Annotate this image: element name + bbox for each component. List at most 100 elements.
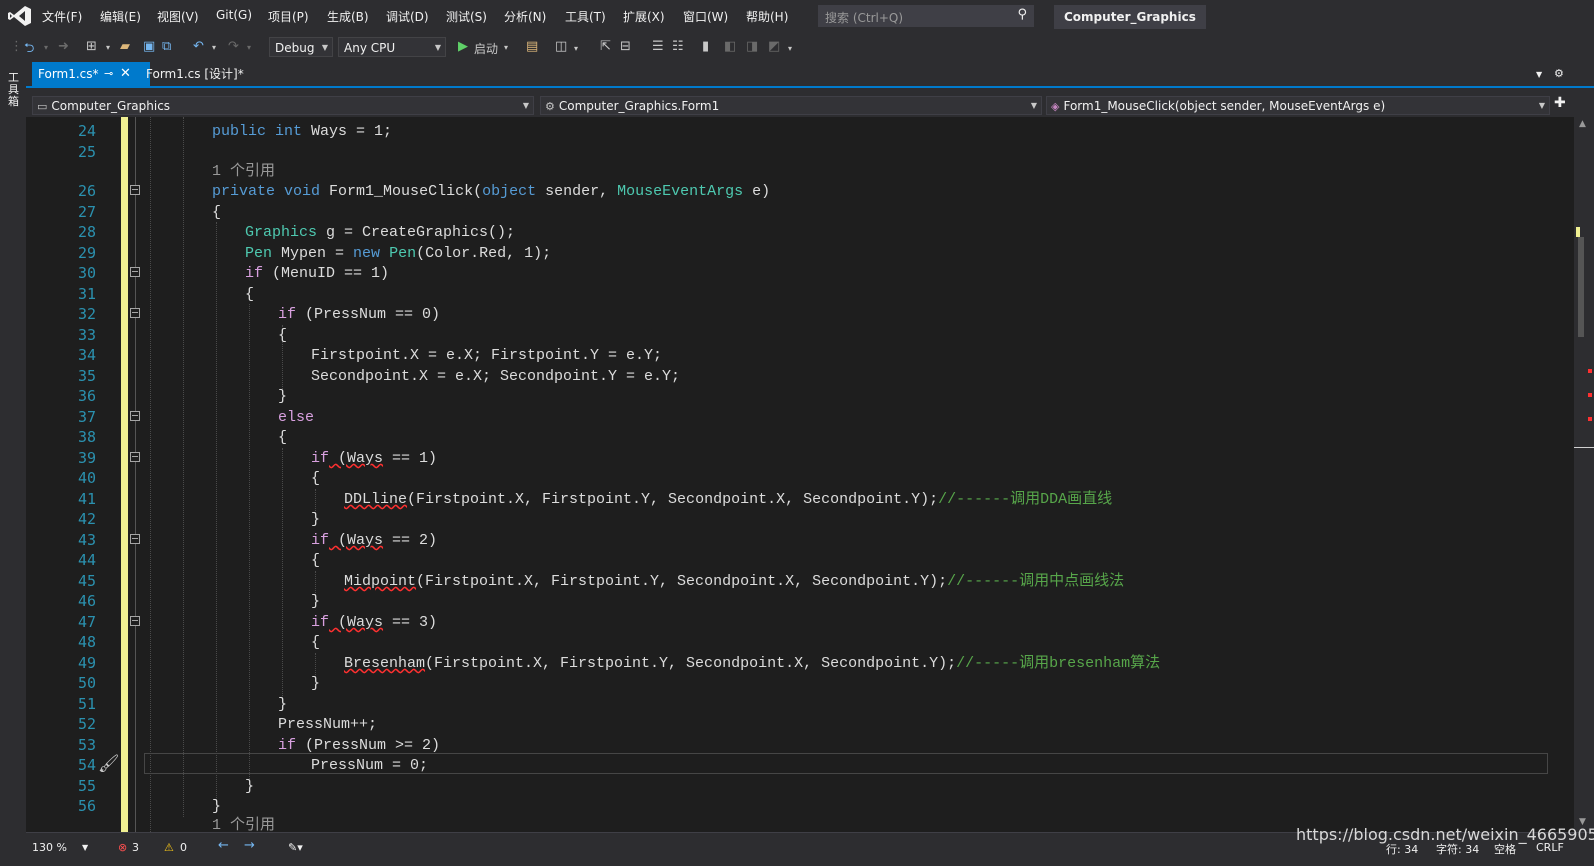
bookmark-icon[interactable]: ▮ (702, 39, 709, 54)
collapse-icon[interactable] (130, 411, 140, 421)
uncomment-icon[interactable]: ☷ (672, 39, 684, 54)
line-number: 27 (77, 203, 96, 221)
start-dropdown-icon[interactable]: ▾ (504, 43, 508, 52)
line-number: 53 (77, 736, 96, 754)
chevron-down-icon: ▼ (434, 43, 441, 52)
project-select[interactable]: ▭ Computer_Graphics ▼ (32, 96, 534, 115)
split-editor-icon[interactable]: ✚ (1554, 95, 1566, 111)
scroll-thumb[interactable] (1578, 237, 1584, 337)
start-icon[interactable]: ▶ (458, 39, 468, 54)
search-icon[interactable]: ⚲ (1017, 7, 1027, 22)
collapse-icon[interactable] (130, 267, 140, 277)
error-marker[interactable] (1588, 369, 1592, 373)
clear-bookmarks-icon[interactable]: ◩ (768, 39, 780, 54)
code-line: { (212, 204, 222, 221)
line-number: 41 (77, 490, 96, 508)
configuration-select[interactable]: Debug ▼ (269, 37, 333, 57)
line-number: 44 (77, 551, 96, 569)
visual-studio-logo-icon[interactable] (8, 5, 32, 27)
document-tab-bar: Form1.cs* ⊸ ✕ Form1.cs [设计]* ▼ ⚙ (26, 62, 1594, 88)
line-number: 28 (77, 223, 96, 241)
undo-dropdown-icon[interactable]: ▾ (212, 43, 216, 52)
navigate-forward-icon[interactable]: ➜ (58, 39, 69, 54)
menu-analyze[interactable]: 分析(N) (504, 8, 546, 25)
zoom-dropdown-icon[interactable]: ▼ (82, 843, 88, 852)
new-project-icon[interactable]: ⊞ (86, 39, 97, 54)
menu-help[interactable]: 帮助(H) (746, 8, 788, 25)
error-icon[interactable]: ⊗ (118, 841, 127, 854)
collapse-icon[interactable] (130, 534, 140, 544)
csharp-project-icon: ▭ (37, 100, 48, 113)
menu-tools[interactable]: 工具(T) (565, 8, 606, 25)
zoom-level[interactable]: 130 % (32, 841, 67, 854)
open-folder-icon[interactable]: ▰ (120, 39, 130, 54)
member-select[interactable]: ◈ Form1_MouseClick(object sender, MouseEv… (1046, 96, 1550, 115)
warning-icon[interactable]: ⚠ (164, 841, 174, 854)
intellicode-icon[interactable]: ✎▾ (288, 841, 303, 854)
scroll-up-icon[interactable]: ▲ (1579, 119, 1586, 129)
error-marker[interactable] (1588, 417, 1592, 421)
browse-icon[interactable]: ▤ (526, 39, 538, 54)
indent-guide (150, 117, 151, 832)
tab-label: Form1.cs [设计]* (146, 67, 244, 81)
vertical-scrollbar[interactable]: ▲ ▼ (1574, 117, 1594, 832)
collapse-icon[interactable] (130, 616, 140, 626)
menu-debug[interactable]: 调试(D) (386, 8, 429, 25)
comment-icon[interactable]: ☰ (652, 39, 664, 54)
navigate-back-icon[interactable]: ← (218, 838, 229, 853)
code-lens-reference[interactable]: 1 个引用 (212, 815, 275, 832)
quick-actions-brush-icon[interactable]: 🖌 (98, 754, 120, 774)
menu-window[interactable]: 窗口(W) (683, 8, 728, 25)
class-select[interactable]: ⚙ Computer_Graphics.Form1 ▼ (540, 96, 1042, 115)
menu-build[interactable]: 生成(B) (327, 8, 369, 25)
navigate-back-icon[interactable]: ⮌ (24, 39, 34, 61)
line-number: 32 (77, 305, 96, 323)
menu-extensions[interactable]: 扩展(X) (623, 8, 665, 25)
toolbox-tab[interactable]: 工具箱 (8, 72, 22, 108)
menu-project[interactable]: 项目(P) (268, 8, 309, 25)
toolbar-overflow-icon[interactable]: ▾ (788, 44, 792, 53)
tab-form1-design[interactable]: Form1.cs [设计]* (140, 62, 250, 86)
code-line: DDLline(Firstpoint.X, Firstpoint.Y, Seco… (344, 491, 1113, 508)
hot-reload-dropdown-icon[interactable]: ▾ (574, 44, 578, 53)
code-editor[interactable]: 24 25 26 27 28 29 30 31 32 33 34 35 36 3… (26, 117, 1574, 832)
line-number: 37 (77, 408, 96, 426)
code-line: } (311, 511, 321, 528)
layout-icon[interactable]: ⊟ (620, 39, 631, 54)
save-all-icon[interactable]: ⧉ (162, 39, 171, 54)
collapse-icon[interactable] (130, 308, 140, 318)
tab-list-dropdown-icon[interactable]: ▼ (1536, 70, 1542, 79)
error-marker[interactable] (1588, 393, 1592, 397)
redo-dropdown-icon[interactable]: ▾ (247, 43, 251, 52)
close-icon[interactable]: ✕ (120, 62, 131, 86)
hot-reload-icon[interactable]: ◫ (555, 39, 567, 54)
tab-form1-cs[interactable]: Form1.cs* ⊸ ✕ (32, 62, 150, 86)
code-line: } (278, 696, 288, 713)
code-lens-reference[interactable]: 1 个引用 (212, 161, 275, 182)
change-tracking-bar (121, 117, 128, 832)
next-bookmark-icon[interactable]: ◨ (746, 39, 758, 54)
menu-edit[interactable]: 编辑(E) (100, 8, 141, 25)
collapse-icon[interactable] (130, 185, 140, 195)
settings-gear-icon[interactable]: ⚙ (1554, 67, 1564, 80)
menu-git[interactable]: Git(G) (216, 8, 252, 22)
back-dropdown-icon[interactable]: ▾ (44, 43, 48, 52)
line-number: 31 (77, 285, 96, 303)
collapse-icon[interactable] (130, 452, 140, 462)
menu-file[interactable]: 文件(F) (42, 8, 82, 25)
undo-icon[interactable]: ↶ (193, 39, 204, 54)
warning-count[interactable]: 0 (180, 841, 187, 854)
menu-view[interactable]: 视图(V) (157, 8, 199, 25)
platform-select[interactable]: Any CPU ▼ (338, 37, 446, 57)
redo-icon[interactable]: ↷ (228, 39, 239, 54)
start-button[interactable]: 启动 (474, 40, 498, 57)
step-icon[interactable]: ⇱ (600, 39, 611, 54)
new-dropdown-icon[interactable]: ▾ (106, 43, 110, 52)
pin-icon[interactable]: ⊸ (104, 62, 113, 86)
navigate-forward-icon[interactable]: → (244, 838, 255, 853)
search-input[interactable]: 搜索 (Ctrl+Q) ⚲ (818, 5, 1034, 27)
save-icon[interactable]: ▣ (143, 39, 155, 54)
error-count[interactable]: 3 (132, 841, 139, 854)
prev-bookmark-icon[interactable]: ◧ (724, 39, 736, 54)
menu-test[interactable]: 测试(S) (446, 8, 487, 25)
